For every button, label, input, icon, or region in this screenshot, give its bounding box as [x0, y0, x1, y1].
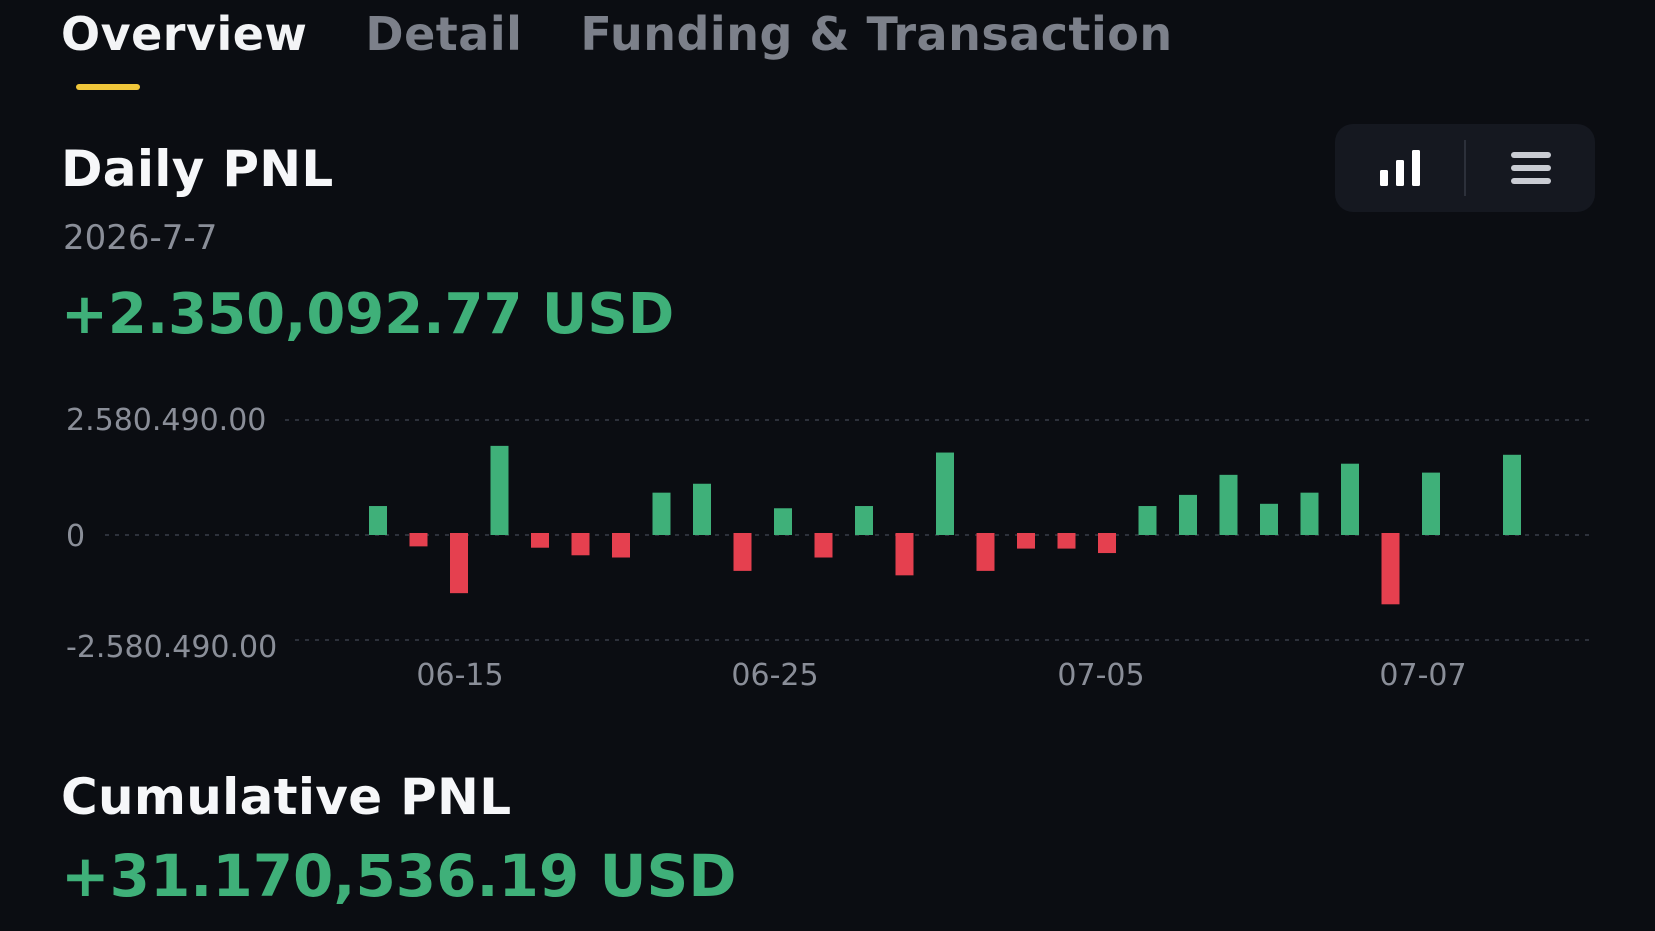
tab-detail[interactable]: Detail: [365, 0, 522, 68]
pnl-bar[interactable]: [369, 506, 387, 535]
cumulative-pnl-value: +31.170,536.19 USD: [61, 842, 737, 910]
pnl-bar[interactable]: [450, 533, 468, 594]
pnl-bar[interactable]: [1138, 506, 1157, 535]
pnl-bar[interactable]: [1098, 533, 1116, 554]
list-icon: [1510, 152, 1551, 184]
pnl-bar[interactable]: [855, 506, 873, 535]
pnl-bar[interactable]: [693, 483, 711, 535]
pnl-bar[interactable]: [1017, 533, 1035, 549]
daily-pnl-date: 2026-7-7: [63, 218, 218, 258]
x-tick-label: 07-07: [1379, 658, 1466, 693]
pnl-bar[interactable]: [814, 533, 833, 558]
pnl-bar[interactable]: [1422, 472, 1440, 535]
daily-pnl-title: Daily PNL: [61, 140, 334, 198]
pnl-bar[interactable]: [1179, 494, 1197, 535]
bar-series: [369, 445, 1521, 605]
pnl-bar[interactable]: [733, 533, 752, 571]
pnl-bar[interactable]: [490, 445, 509, 535]
active-tab-indicator: [76, 84, 140, 90]
pnl-bar[interactable]: [976, 533, 995, 571]
x-tick-label: 06-25: [731, 658, 818, 693]
pnl-bar[interactable]: [1503, 454, 1521, 535]
pnl-bar[interactable]: [1219, 474, 1238, 535]
pnl-bar[interactable]: [895, 533, 914, 576]
x-tick-label: 06-15: [416, 658, 503, 693]
x-tick-label: 07-05: [1057, 658, 1144, 693]
daily-pnl-chart: 2.580.490.00 0 -2.580.490.00 06-15 06-25…: [66, 403, 1595, 693]
pnl-bar[interactable]: [531, 533, 549, 548]
pnl-bar[interactable]: [409, 533, 428, 547]
pnl-bar[interactable]: [652, 492, 671, 535]
view-toggle: [1335, 124, 1595, 212]
pnl-bar[interactable]: [1381, 533, 1400, 605]
pnl-bar[interactable]: [1260, 503, 1278, 535]
bar-chart-icon: [1379, 150, 1420, 186]
pnl-bar[interactable]: [1300, 492, 1319, 535]
daily-pnl-value: +2.350,092.77 USD: [61, 282, 675, 347]
tab-bar: Overview Detail Funding & Transaction: [61, 0, 1231, 100]
bar-chart-view-button[interactable]: [1335, 124, 1464, 212]
pnl-bar[interactable]: [1341, 463, 1359, 535]
pnl-bar[interactable]: [936, 452, 954, 535]
y-tick-label-zero: 0: [66, 519, 85, 554]
pnl-bar[interactable]: [612, 533, 630, 558]
pnl-bar[interactable]: [571, 533, 590, 556]
tab-funding-transaction[interactable]: Funding & Transaction: [580, 0, 1172, 68]
y-tick-label-max: 2.580.490.00: [66, 403, 266, 438]
list-view-button[interactable]: [1466, 124, 1595, 212]
y-tick-label-min: -2.580.490.00: [66, 630, 277, 665]
pnl-bar[interactable]: [1057, 533, 1076, 549]
tab-overview[interactable]: Overview: [61, 0, 307, 68]
pnl-bar[interactable]: [774, 508, 792, 535]
cumulative-pnl-title: Cumulative PNL: [61, 768, 512, 826]
